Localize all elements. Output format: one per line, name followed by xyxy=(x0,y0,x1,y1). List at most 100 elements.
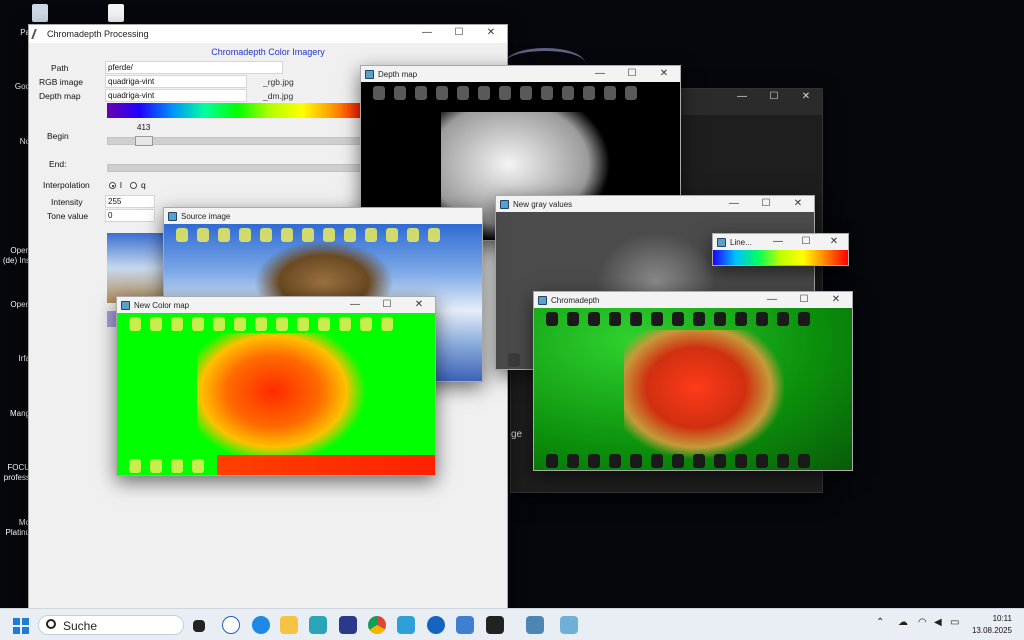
python-app-icon xyxy=(121,300,130,310)
hp-icon[interactable] xyxy=(222,616,240,634)
new-color-map-window: New Color map — ☐ ✕ xyxy=(116,296,436,476)
dark-window-text-fragment: ge xyxy=(511,429,523,440)
app-icon-teal[interactable] xyxy=(309,616,327,634)
close-button[interactable]: ✕ xyxy=(475,25,507,43)
interp-radio-q[interactable] xyxy=(130,182,137,189)
desktop-icon-label[interactable]: Irfa xyxy=(0,354,30,364)
desktop-top-icon-panda[interactable] xyxy=(108,4,124,22)
clock-date: 13.08.2025 xyxy=(971,626,1012,635)
maximize-button[interactable]: ☐ xyxy=(792,234,820,250)
clock-time: 10:11 xyxy=(992,614,1012,623)
chevron-up-icon[interactable]: ⌃ xyxy=(876,617,884,628)
photos-icon[interactable] xyxy=(456,616,474,634)
close-button[interactable]: ✕ xyxy=(790,89,822,115)
desktop-icon-label[interactable]: profess xyxy=(0,473,30,483)
new-color-map-title: New Color map xyxy=(134,300,190,310)
begin-slider-thumb[interactable] xyxy=(135,136,153,146)
minimize-button[interactable]: — xyxy=(584,66,616,82)
interpolation-label: Interpolation xyxy=(43,180,90,190)
rgb-image-label: RGB image xyxy=(39,77,83,87)
desktop-icon-label[interactable]: (de) Ins xyxy=(0,256,30,266)
minimize-button[interactable]: — xyxy=(756,292,788,308)
close-button[interactable]: ✕ xyxy=(648,66,680,82)
depth-map-titlebar: Depth map — ☐ ✕ xyxy=(361,66,680,82)
source-image-titlebar: Source image xyxy=(164,208,482,224)
new-color-map-image xyxy=(117,313,435,475)
depth-map-input[interactable]: quadriga-vint xyxy=(105,89,247,102)
begin-value: 413 xyxy=(137,123,151,132)
python-taskbar-icon[interactable] xyxy=(526,616,544,634)
terminal-icon[interactable] xyxy=(486,616,504,634)
maximize-button[interactable]: ☐ xyxy=(443,25,475,43)
desktop-icon-label[interactable]: Mo xyxy=(0,518,30,528)
desktop-icon-label[interactable]: Open xyxy=(0,300,30,310)
chromadepth-window: Chromadepth — ☐ ✕ xyxy=(533,291,853,471)
maximize-button[interactable]: ☐ xyxy=(788,292,820,308)
feather-icon xyxy=(31,29,43,39)
desktop-icon-label[interactable]: FOCU xyxy=(0,463,30,473)
line-window: Line... — ☐ ✕ xyxy=(712,233,849,266)
close-button[interactable]: ✕ xyxy=(403,297,435,313)
rgb-image-input[interactable]: quadriga-vint xyxy=(105,75,247,88)
depth-suffix: _dm.jpg xyxy=(263,91,294,101)
desktop-icon-label[interactable]: Platinu xyxy=(0,528,30,538)
close-button[interactable]: ✕ xyxy=(782,196,814,212)
line-titlebar: Line... — ☐ ✕ xyxy=(713,234,848,250)
minimize-button[interactable]: — xyxy=(411,25,443,43)
desktop-icon-label[interactable]: Pa xyxy=(0,28,30,38)
python-app-icon xyxy=(717,237,726,247)
minimize-button[interactable]: — xyxy=(718,196,750,212)
rgb-suffix: _rgb.jpg xyxy=(263,77,294,87)
desktop-icon-label[interactable]: No xyxy=(0,137,30,147)
app-icon-blue-circle[interactable] xyxy=(427,616,445,634)
minimize-button[interactable]: — xyxy=(339,297,371,313)
intensity-input[interactable]: 255 xyxy=(105,195,155,208)
main-window-title: Chromadepth Processing xyxy=(47,29,149,39)
python-app-icon xyxy=(365,69,374,79)
desktop-icon-label[interactable]: Open xyxy=(0,246,30,256)
wifi-icon[interactable]: ◠ xyxy=(918,617,927,628)
minimize-button[interactable]: — xyxy=(764,234,792,250)
file-explorer-icon[interactable] xyxy=(280,616,298,634)
python-app-icon xyxy=(538,295,547,305)
end-label: End: xyxy=(49,159,67,169)
new-color-map-titlebar: New Color map — ☐ ✕ xyxy=(117,297,435,313)
search-placeholder: Suche xyxy=(63,619,98,633)
preview-strip xyxy=(107,233,167,303)
line-title: Line... xyxy=(730,237,752,247)
source-image-title: Source image xyxy=(181,211,231,221)
python-app-icon xyxy=(168,211,177,221)
pen-app-icon[interactable] xyxy=(397,616,415,634)
volume-icon[interactable]: ◀ xyxy=(934,617,942,628)
search-box[interactable]: Suche xyxy=(38,615,184,635)
maximize-button[interactable]: ☐ xyxy=(758,89,790,115)
maximize-button[interactable]: ☐ xyxy=(371,297,403,313)
close-button[interactable]: ✕ xyxy=(820,234,848,250)
color-gradient-bar xyxy=(107,103,367,118)
minimize-button[interactable]: — xyxy=(726,89,758,115)
cloud-icon[interactable]: ☁ xyxy=(898,617,908,628)
quadriga-sculpture-red xyxy=(624,330,784,458)
close-button[interactable]: ✕ xyxy=(820,292,852,308)
desktop-top-icon-recycle[interactable] xyxy=(32,4,48,22)
task-view-icon[interactable] xyxy=(193,620,205,632)
desktop-icon-label[interactable]: Mang xyxy=(0,409,30,419)
chromadepth-titlebar: Chromadepth — ☐ ✕ xyxy=(534,292,852,308)
end-slider[interactable] xyxy=(107,164,367,172)
path-input[interactable]: pferde/ xyxy=(105,61,283,74)
battery-icon[interactable]: ▭ xyxy=(950,617,959,628)
clock[interactable]: 10:11 13.08.2025 xyxy=(972,613,1012,637)
tone-value-input[interactable]: 0 xyxy=(105,209,155,222)
maximize-button[interactable]: ☐ xyxy=(750,196,782,212)
desktop-icon-label[interactable]: Goo xyxy=(0,82,30,92)
python-taskbar-icon-2[interactable] xyxy=(560,616,578,634)
windows-start-icon[interactable] xyxy=(13,618,29,634)
chromadepth-title: Chromadepth xyxy=(551,295,600,305)
interp-radio-l[interactable] xyxy=(109,182,116,189)
maximize-button[interactable]: ☐ xyxy=(616,66,648,82)
help-icon[interactable] xyxy=(252,616,270,634)
chrome-icon[interactable] xyxy=(368,616,386,634)
depth-map-label: Depth map xyxy=(39,91,81,101)
save-icon[interactable] xyxy=(339,616,357,634)
interp-option-q: q xyxy=(141,180,146,190)
